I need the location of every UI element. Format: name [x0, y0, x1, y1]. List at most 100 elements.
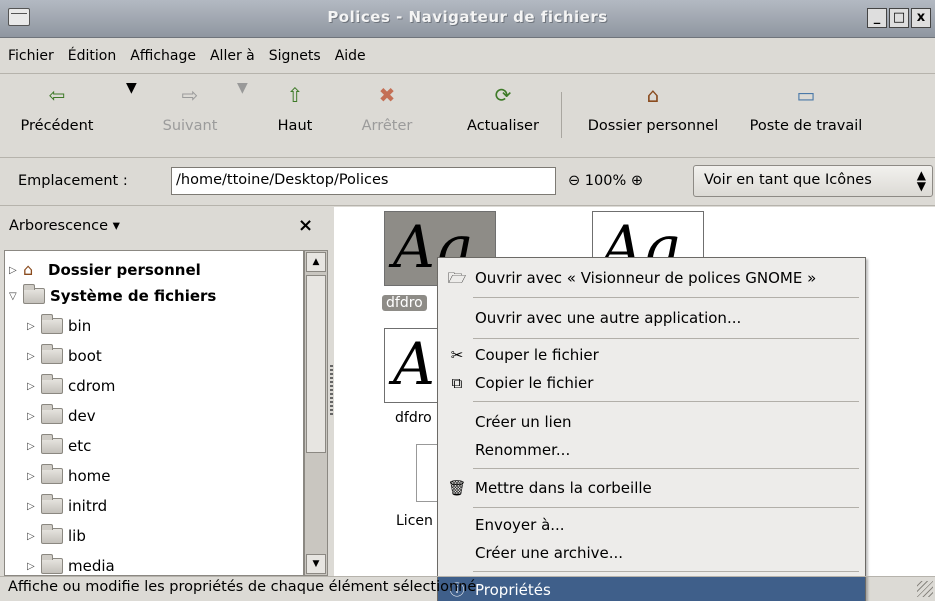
- maximize-button[interactable]: □: [889, 8, 909, 28]
- tree-item-filesystem[interactable]: ▽ Système de fichiers: [9, 283, 216, 309]
- file-label[interactable]: Licen: [396, 513, 433, 529]
- up-arrow-icon: ⇧: [286, 83, 304, 107]
- expander-icon[interactable]: ▷: [27, 411, 41, 422]
- tree-item-etc[interactable]: ▷ etc: [27, 433, 91, 459]
- tree-item-initrd[interactable]: ▷ initrd: [27, 493, 107, 519]
- scroll-up-icon[interactable]: ▲: [306, 252, 326, 272]
- expander-open-icon[interactable]: ▽: [9, 291, 23, 302]
- trash-icon: 🗑: [447, 479, 467, 497]
- tree-item-media[interactable]: ▷ media: [27, 553, 115, 575]
- back-arrow-icon: ⇦: [48, 83, 66, 107]
- file-label[interactable]: dfdro: [395, 410, 432, 426]
- computer-icon: ▭: [796, 83, 816, 107]
- reload-button[interactable]: ⟳ Actualiser: [458, 80, 548, 134]
- sidebar-close-icon[interactable]: ×: [298, 215, 313, 236]
- menu-item-copy[interactable]: ⧉ Copier le fichier: [438, 369, 865, 397]
- back-history-dropdown-icon[interactable]: ▼: [126, 80, 137, 96]
- menu-item-create-archive[interactable]: Créer une archive...: [438, 539, 865, 567]
- menu-aide[interactable]: Aide: [335, 48, 366, 64]
- expander-icon[interactable]: ▷: [27, 561, 41, 572]
- home-icon: ⌂: [646, 83, 660, 107]
- location-bar: Emplacement : /home/ttoine/Desktop/Polic…: [0, 158, 935, 206]
- window-controls: _ □ x: [867, 8, 931, 28]
- menu-separator: [473, 297, 859, 298]
- tree-item-home[interactable]: ▷ ⌂ Dossier personnel: [9, 257, 201, 283]
- tree-scrollbar[interactable]: ▲ ▼: [304, 250, 328, 576]
- menu-separator: [473, 338, 859, 339]
- sidebar: Arborescence ▾ × ▷ ⌂ Dossier personnel ▽…: [0, 207, 331, 576]
- tree-item-home-dir[interactable]: ▷ home: [27, 463, 111, 489]
- expander-icon[interactable]: ▷: [27, 321, 41, 332]
- scrollbar-thumb[interactable]: [306, 275, 326, 453]
- scroll-down-icon[interactable]: ▼: [306, 554, 326, 574]
- computer-button[interactable]: ▭ Poste de travail: [738, 80, 874, 134]
- toolbar: ⇦ Précédent ▼ ⇨ Suivant ▼ ⇧ Haut ✖ Arrêt…: [0, 74, 935, 158]
- menu-signets[interactable]: Signets: [269, 48, 321, 64]
- file-label[interactable]: dfdro: [382, 295, 427, 311]
- expander-icon[interactable]: ▷: [27, 471, 41, 482]
- menu-separator: [473, 468, 859, 469]
- menu-edition[interactable]: Édition: [68, 48, 116, 64]
- home-folder-icon: ⌂: [23, 260, 34, 279]
- open-folder-icon: 🗁: [447, 269, 467, 287]
- scissors-icon: ✂: [450, 346, 464, 364]
- stop-button[interactable]: ✖ Arrêter: [355, 80, 419, 134]
- menu-item-cut[interactable]: ✂ Couper le fichier: [438, 341, 865, 369]
- zoom-control: ⊖ 100% ⊕: [568, 173, 643, 189]
- menu-fichier[interactable]: Fichier: [8, 48, 54, 64]
- expander-icon[interactable]: ▷: [27, 351, 41, 362]
- menu-item-open-with-font-viewer[interactable]: 🗁 Ouvrir avec « Visionneur de polices GN…: [438, 264, 865, 292]
- folder-icon: [41, 314, 63, 334]
- expander-icon[interactable]: ▷: [27, 441, 41, 452]
- close-button[interactable]: x: [911, 8, 931, 28]
- tree-item-lib[interactable]: ▷ lib: [27, 523, 86, 549]
- menu-bar: Fichier Édition Affichage Aller à Signet…: [0, 38, 935, 74]
- status-bar: Affiche ou modifie les propriétés de cha…: [0, 576, 935, 601]
- location-input[interactable]: /home/ttoine/Desktop/Polices: [171, 167, 556, 195]
- context-menu: 🗁 Ouvrir avec « Visionneur de polices GN…: [437, 257, 866, 601]
- tree-item-boot[interactable]: ▷ boot: [27, 343, 102, 369]
- reload-icon: ⟳: [494, 83, 512, 107]
- tree-item-dev[interactable]: ▷ dev: [27, 403, 96, 429]
- zoom-level[interactable]: 100%: [585, 173, 626, 189]
- menu-item-create-link[interactable]: Créer un lien: [438, 408, 865, 436]
- home-button[interactable]: ⌂ Dossier personnel: [573, 80, 733, 134]
- menu-item-open-with-other[interactable]: Ouvrir avec une autre application...: [438, 304, 865, 332]
- menu-item-rename[interactable]: Renommer...: [438, 436, 865, 464]
- title-bar[interactable]: Polices - Navigateur de fichiers _ □ x: [0, 0, 935, 38]
- resize-grip-icon[interactable]: [917, 581, 933, 597]
- menu-separator: [473, 507, 859, 508]
- folder-icon: [41, 464, 63, 484]
- stop-icon: ✖: [378, 83, 396, 107]
- toolbar-separator: [561, 92, 562, 138]
- tree-item-cdrom[interactable]: ▷ cdrom: [27, 373, 115, 399]
- folder-icon: [41, 494, 63, 514]
- back-button[interactable]: ⇦ Précédent: [2, 80, 112, 134]
- forward-history-dropdown-icon[interactable]: ▼: [237, 80, 248, 96]
- copy-icon: ⧉: [451, 374, 463, 392]
- tree-view: ▷ ⌂ Dossier personnel ▽ Système de fichi…: [4, 250, 304, 576]
- pane-resize-handle[interactable]: [330, 365, 333, 415]
- folder-icon: [41, 554, 63, 574]
- minimize-button[interactable]: _: [867, 8, 887, 28]
- folder-icon: [41, 344, 63, 364]
- expander-icon[interactable]: ▷: [27, 531, 41, 542]
- cdrom-folder-icon: [41, 374, 63, 394]
- zoom-out-icon[interactable]: ⊖: [568, 173, 580, 189]
- zoom-in-icon[interactable]: ⊕: [631, 173, 643, 189]
- view-mode-select[interactable]: Voir en tant que Icônes ▲ ▼: [693, 165, 933, 197]
- expander-icon[interactable]: ▷: [9, 265, 23, 276]
- menu-affichage[interactable]: Affichage: [130, 48, 196, 64]
- expander-icon[interactable]: ▷: [27, 501, 41, 512]
- menu-aller[interactable]: Aller à: [210, 48, 255, 64]
- menu-item-trash[interactable]: 🗑 Mettre dans la corbeille: [438, 474, 865, 502]
- menu-item-send-to[interactable]: Envoyer à...: [438, 511, 865, 539]
- spin-arrows-icon: ▲ ▼: [916, 168, 926, 193]
- forward-button[interactable]: ⇨ Suivant: [150, 80, 230, 134]
- sidebar-type-selector[interactable]: Arborescence ▾: [9, 218, 120, 234]
- forward-arrow-icon: ⇨: [181, 83, 199, 107]
- folder-icon: [23, 284, 45, 304]
- up-button[interactable]: ⇧ Haut: [270, 80, 320, 134]
- expander-icon[interactable]: ▷: [27, 381, 41, 392]
- tree-item-bin[interactable]: ▷ bin: [27, 313, 91, 339]
